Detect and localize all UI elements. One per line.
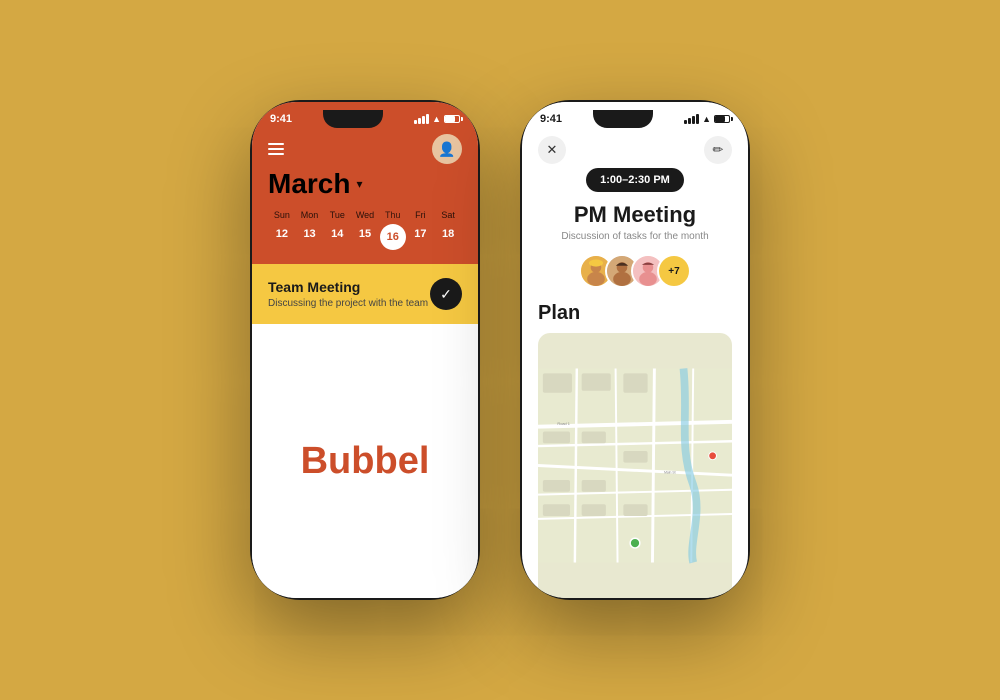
meeting-title: Team Meeting (268, 279, 428, 295)
attendees-row: +7 (579, 254, 691, 288)
pm-meeting-title: PM Meeting (574, 202, 696, 228)
status-time-phone2: 9:41 (540, 113, 562, 125)
calendar-header: Sun Mon Tue Wed Thu Fri Sat (268, 210, 462, 220)
status-time-phone1: 9:41 (270, 113, 292, 125)
month-label: March (268, 168, 350, 200)
signal-icon (414, 114, 429, 124)
user-avatar[interactable]: 👤 (432, 134, 462, 164)
svg-text:Main St: Main St (664, 470, 676, 474)
status-icons-phone2: ▲ (684, 114, 730, 124)
complete-button[interactable]: ✓ (430, 278, 462, 310)
plan-heading: Plan (538, 302, 580, 325)
wifi-icon2: ▲ (702, 114, 711, 124)
brand-card: Bubbel (252, 324, 478, 598)
menu-button[interactable] (268, 143, 284, 155)
pm-meeting-desc: Discussion of tasks for the month (561, 231, 708, 242)
status-icons-phone1: ▲ (414, 114, 460, 124)
wifi-icon: ▲ (432, 114, 441, 124)
svg-text:Road 1: Road 1 (557, 421, 570, 426)
active-day[interactable]: 16 (380, 224, 406, 250)
notch-phone1 (323, 110, 383, 128)
time-badge: 1:00–2:30 PM (586, 168, 684, 192)
notch-phone2 (593, 110, 653, 128)
calendar-days: 12 13 14 15 16 17 18 (268, 224, 462, 250)
meeting-card: Team Meeting Discussing the project with… (252, 264, 478, 324)
map-view[interactable]: Road 1 Main St (538, 333, 732, 598)
extra-attendees-badge[interactable]: +7 (657, 254, 691, 288)
brand-name: Bubbel (301, 440, 430, 483)
meeting-desc: Discussing the project with the team (268, 298, 428, 309)
signal-icon2 (684, 114, 699, 124)
month-chevron[interactable]: ▾ (356, 177, 362, 191)
phone2: 9:41 ▲ ✕ ✏ (520, 100, 750, 600)
phone1: 9:41 ▲ (250, 100, 480, 600)
edit-button[interactable]: ✏ (704, 136, 732, 164)
action-bar: ✕ ✏ (522, 128, 748, 168)
battery-icon (444, 115, 460, 123)
close-button[interactable]: ✕ (538, 136, 566, 164)
battery-icon2 (714, 115, 730, 123)
